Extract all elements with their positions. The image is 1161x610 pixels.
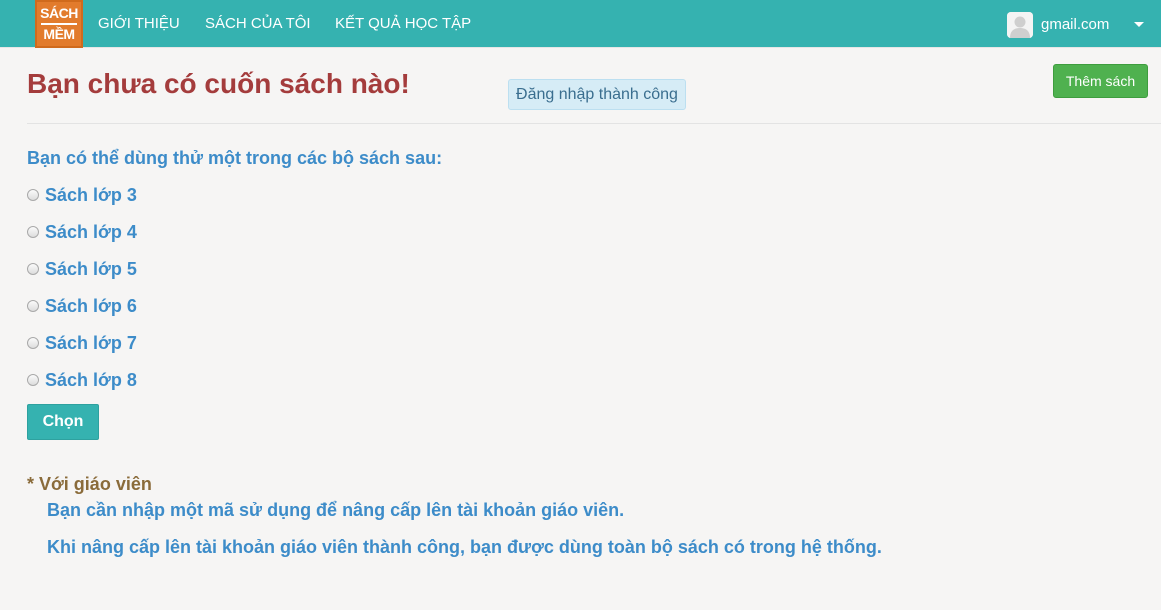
option-sach-lop-6[interactable]: Sách lớp 6 <box>27 295 137 317</box>
top-navbar: SÁCH MỀM GIỚI THIỆU SÁCH CỦA TÔI KẾT QUẢ… <box>0 0 1161 48</box>
logo[interactable]: SÁCH MỀM <box>35 0 83 48</box>
radio-button[interactable] <box>27 300 39 312</box>
logo-divider <box>41 23 77 25</box>
divider <box>27 123 1161 124</box>
teacher-info-line-2: Khi nâng cấp lên tài khoản giáo viên thà… <box>47 537 882 557</box>
login-success-alert: Đăng nhập thành công <box>508 79 686 110</box>
radio-button[interactable] <box>27 263 39 275</box>
add-book-button[interactable]: Thêm sách <box>1053 64 1148 98</box>
logo-text-bottom: MỀM <box>43 25 75 42</box>
option-sach-lop-4[interactable]: Sách lớp 4 <box>27 221 137 243</box>
option-label: Sách lớp 8 <box>45 370 137 390</box>
teacher-info-line-1: Bạn cần nhập một mã sử dụng để nâng cấp … <box>47 500 625 520</box>
trial-intro-text: Bạn có thể dùng thử một trong các bộ sác… <box>27 148 443 168</box>
user-menu[interactable]: gmail.com <box>1001 0 1161 48</box>
option-sach-lop-7[interactable]: Sách lớp 7 <box>27 332 137 354</box>
radio-button[interactable] <box>27 374 39 386</box>
caret-down-icon[interactable] <box>1134 22 1144 27</box>
nav-link-gioi-thieu[interactable]: GIỚI THIỆU <box>98 15 180 33</box>
nav-link-ket-qua-hoc-tap[interactable]: KẾT QUẢ HỌC TẬP <box>335 15 471 33</box>
nav-link-sach-cua-toi[interactable]: SÁCH CỦA TÔI <box>205 15 311 33</box>
option-label: Sách lớp 3 <box>45 185 137 205</box>
logo-text-top: SÁCH <box>40 5 78 22</box>
radio-button[interactable] <box>27 226 39 238</box>
choose-button[interactable]: Chọn <box>27 404 99 440</box>
teacher-heading: * Với giáo viên <box>27 474 152 494</box>
option-sach-lop-8[interactable]: Sách lớp 8 <box>27 369 137 391</box>
option-label: Sách lớp 6 <box>45 296 137 316</box>
radio-button[interactable] <box>27 337 39 349</box>
option-sach-lop-5[interactable]: Sách lớp 5 <box>27 258 137 280</box>
option-sach-lop-3[interactable]: Sách lớp 3 <box>27 184 137 206</box>
page-title: Bạn chưa có cuốn sách nào! <box>27 68 410 99</box>
user-email: gmail.com <box>1041 16 1110 33</box>
radio-button[interactable] <box>27 189 39 201</box>
option-label: Sách lớp 5 <box>45 259 137 279</box>
user-avatar-icon <box>1007 12 1033 38</box>
option-label: Sách lớp 4 <box>45 222 137 242</box>
option-label: Sách lớp 7 <box>45 333 137 353</box>
